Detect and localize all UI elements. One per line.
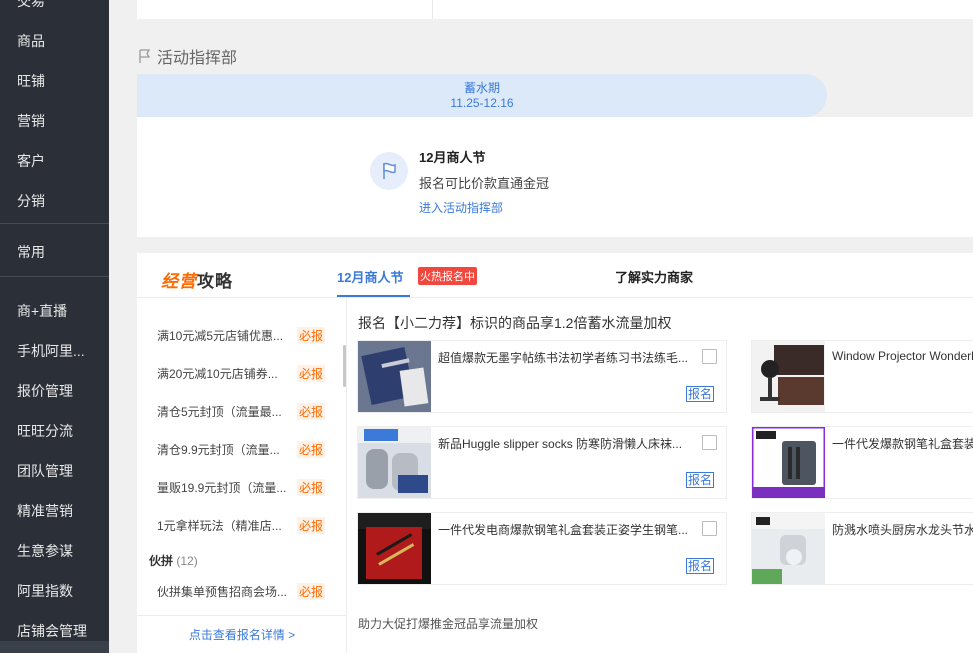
- sidebar: 交易 商品 旺铺 营销 客户 分销 常用 商+直播 手机阿里... 报价管理 旺…: [0, 0, 109, 653]
- flag-outline-icon: [137, 48, 153, 64]
- sidebar-item-marketing[interactable]: 营销: [17, 111, 45, 131]
- flag-icon: [370, 152, 408, 190]
- product-name: 一件代发电商爆款钢笔礼盒套装正姿学生钢笔...: [438, 523, 689, 537]
- sidebar-item-mobile[interactable]: 手机阿里...: [17, 341, 85, 361]
- product-checkbox[interactable]: [702, 349, 717, 364]
- main-content: 活动指挥部 蓄水期 11.25-12.16 12月商人节 报名可比价款直通金冠 …: [109, 0, 973, 653]
- product-image: [358, 427, 431, 498]
- sidebar-item-team[interactable]: 团队管理: [17, 461, 73, 481]
- section-title-text: 活动指挥部: [157, 50, 238, 67]
- product-image: [752, 513, 825, 584]
- product-name: 一件代发爆款钢笔礼盒套装: [832, 437, 973, 451]
- logo-part2: 攻略: [197, 272, 233, 291]
- list-item[interactable]: 伙拼集单预售招商会场... 必报: [157, 583, 337, 600]
- group-header: 伙拼 (12): [149, 554, 198, 568]
- enter-activity-link[interactable]: 进入活动指挥部: [419, 199, 503, 216]
- sidebar-item-shop[interactable]: 旺铺: [17, 71, 45, 91]
- must-badge: 必报: [297, 517, 326, 534]
- sidebar-item-business-advisor[interactable]: 生意参谋: [17, 541, 73, 561]
- apply-button[interactable]: 报名: [686, 386, 715, 402]
- apply-button[interactable]: 报名: [686, 472, 715, 488]
- phase-bar: 蓄水期 11.25-12.16: [137, 74, 973, 117]
- strategy-card: 经营攻略 12月商人节 火热报名中 了解实力商家 满10元减5元店铺优惠... 必…: [137, 253, 973, 653]
- must-badge: 必报: [297, 403, 326, 420]
- product-card[interactable]: 一件代发电商爆款钢笔礼盒套装正姿学生钢笔... 报名: [357, 512, 727, 585]
- product-image: [358, 341, 431, 412]
- sidebar-item-distribution[interactable]: 分销: [17, 191, 45, 211]
- product-image: [358, 513, 431, 584]
- must-badge: 必报: [297, 365, 326, 382]
- product-card[interactable]: 新品Huggle slipper socks 防寒防滑懒人床袜... 报名: [357, 426, 727, 499]
- sidebar-item-precise-marketing[interactable]: 精准营销: [17, 501, 73, 521]
- sidebar-item-customers[interactable]: 客户: [17, 151, 45, 171]
- phase-name: 蓄水期: [463, 81, 500, 95]
- list-item[interactable]: 1元拿样玩法（精准店... 必报: [157, 517, 337, 534]
- product-name: Window Projector Wonderland: [832, 349, 973, 363]
- product-checkbox[interactable]: [702, 435, 717, 450]
- hot-badge: 火热报名中: [418, 267, 477, 285]
- product-checkbox[interactable]: [702, 521, 717, 536]
- list-item[interactable]: 清仓9.9元封顶（流量... 必报: [157, 441, 337, 458]
- section-title: 活动指挥部: [137, 44, 237, 68]
- product-name: 超值爆款无墨字帖练书法初学者练习书法练毛...: [438, 351, 689, 365]
- tab-strong-merchant[interactable]: 了解实力商家: [615, 267, 693, 286]
- must-badge: 必报: [297, 479, 326, 496]
- divider: [346, 298, 347, 653]
- activity-list: 满10元减5元店铺优惠... 必报 满20元减10元店铺券... 必报 清仓5元封顶…: [137, 298, 347, 653]
- sidebar-bottom-bar: [0, 641, 109, 653]
- tab-merchant-festival[interactable]: 12月商人节: [337, 267, 403, 286]
- must-badge: 必报: [297, 583, 326, 600]
- divider: [432, 0, 433, 19]
- product-card[interactable]: Window Projector Wonderland: [751, 340, 973, 413]
- product-card[interactable]: 防溅水喷头厨房水龙头节水: [751, 512, 973, 585]
- product-card[interactable]: 一件代发爆款钢笔礼盒套装: [750, 425, 973, 500]
- sidebar-item-products[interactable]: 商品: [17, 31, 45, 51]
- product-name: 防溅水喷头厨房水龙头节水: [832, 523, 973, 537]
- must-badge: 必报: [297, 327, 326, 344]
- product-image: [752, 341, 825, 412]
- recommend-title: 报名【小二力荐】标识的商品享1.2倍蓄水流量加权: [358, 315, 672, 331]
- divider: [137, 615, 347, 616]
- list-item[interactable]: 量贩19.9元封顶（流量... 必报: [157, 479, 337, 496]
- activity-card: 蓄水期 11.25-12.16 12月商人节 报名可比价款直通金冠 进入活动指挥…: [137, 74, 973, 237]
- sidebar-item-shop-manage[interactable]: 店铺会管理: [17, 621, 87, 641]
- must-badge: 必报: [297, 441, 326, 458]
- list-item[interactable]: 满20元减10元店铺券... 必报: [157, 365, 337, 382]
- product-name: 新品Huggle slipper socks 防寒防滑懒人床袜...: [438, 437, 683, 451]
- sidebar-item-quote[interactable]: 报价管理: [17, 381, 73, 401]
- boost-tip: 助力大促打爆推金冠品享流量加权: [358, 617, 539, 631]
- product-image: [750, 425, 827, 500]
- phase-date: 11.25-12.16: [450, 96, 514, 110]
- logo-part1: 经营: [161, 272, 197, 291]
- sidebar-divider: [0, 223, 109, 224]
- list-item[interactable]: 满10元减5元店铺优惠... 必报: [157, 327, 337, 344]
- view-details-link[interactable]: 点击查看报名详情 >: [137, 626, 347, 643]
- top-card: [137, 0, 973, 19]
- event-title: 12月商人节: [419, 150, 486, 165]
- apply-button[interactable]: 报名: [686, 558, 715, 574]
- sidebar-item-index[interactable]: 阿里指数: [17, 581, 73, 601]
- sidebar-item-trade[interactable]: 交易: [17, 0, 45, 11]
- phase-pill[interactable]: 蓄水期 11.25-12.16: [137, 74, 827, 117]
- sidebar-item-wangwang[interactable]: 旺旺分流: [17, 421, 73, 441]
- strategy-logo: 经营攻略: [161, 267, 233, 292]
- product-card[interactable]: 超值爆款无墨字帖练书法初学者练习书法练毛... 报名: [357, 340, 727, 413]
- list-item[interactable]: 清仓5元封顶（流量最... 必报: [157, 403, 337, 420]
- sidebar-divider: [0, 276, 109, 277]
- sidebar-item-common[interactable]: 常用: [17, 242, 45, 262]
- sidebar-item-live[interactable]: 商+直播: [17, 301, 67, 321]
- event-description: 报名可比价款直通金冠: [419, 176, 550, 191]
